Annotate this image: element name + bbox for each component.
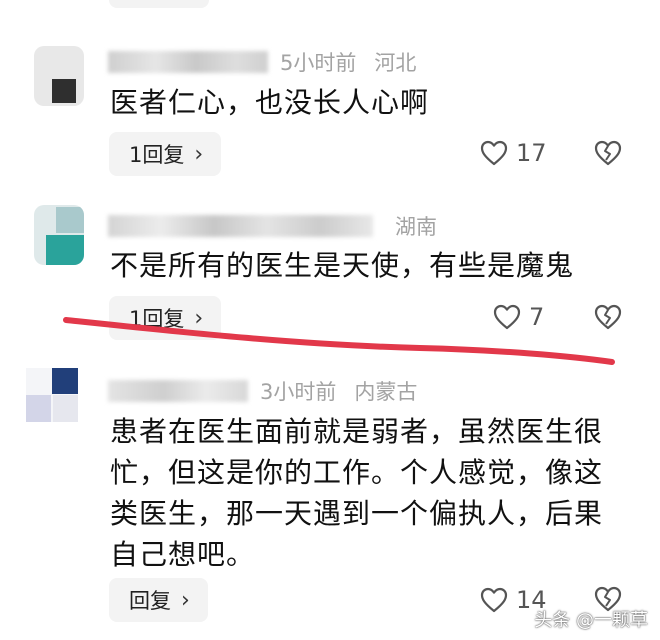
blurred-username[interactable] [108,380,248,402]
comment-location: 湖南 [395,215,437,239]
like-count: 7 [529,303,545,331]
comment-text-line: 类医生，那一天遇到一个偏执人，后果 [110,497,604,530]
avatar[interactable] [26,368,78,422]
reply-button[interactable]: 回复 › [109,578,208,622]
blurred-username[interactable] [108,51,268,73]
comment-location: 河北 [374,51,417,75]
like-button[interactable]: 7 [493,303,544,331]
avatar[interactable] [34,46,84,106]
reply-label: 回复 [129,589,171,613]
dislike-button[interactable] [594,304,622,334]
heart-outline-icon [480,587,508,613]
reply-button[interactable]: 1回复 › [109,132,222,176]
comment-time: 3小时前 [260,380,337,404]
reply-button[interactable]: 1回复 › [109,296,222,340]
comment-location: 内蒙古 [354,380,418,404]
comment-meta: 3小时前 内蒙古 [108,377,417,405]
reply-label: 1回复 [129,143,185,167]
comment-screen: { "comments": [ { "time": "5小时前", "locat… [0,0,660,640]
comment-text: 患者在医生面前就是弱者，虽然医生很 忙，但这是你的工作。个人感觉，像这 类医生，… [110,411,630,575]
comment-time: 5小时前 [280,51,357,75]
comment-text-line: 忙，但这是你的工作。个人感觉，像这 [110,456,604,489]
comment-meta: 5小时前 河北 [108,48,416,76]
chevron-right-icon: › [194,141,204,167]
blurred-username[interactable] [108,215,373,237]
comment-text: 不是所有的医生是天使，有些是魔鬼 [110,249,575,282]
heart-outline-icon [480,140,508,166]
avatar[interactable] [34,205,84,265]
chevron-right-icon: › [194,305,204,331]
dislike-button[interactable] [594,140,622,170]
broken-heart-icon [594,140,622,166]
like-count: 17 [516,139,547,167]
heart-outline-icon [493,304,521,330]
previous-reply-button-cutoff[interactable] [109,0,209,8]
reply-label: 1回复 [129,307,185,331]
broken-heart-icon [594,304,622,330]
chevron-right-icon: › [181,587,190,613]
comment-text: 医者仁心，也没长人心啊 [110,86,430,119]
like-button[interactable]: 17 [480,139,547,167]
comment-text-line: 自己想吧。 [110,538,256,571]
watermark: 头条 @一颗草 [534,610,648,631]
comment-text-line: 患者在医生面前就是弱者，虽然医生很 [110,415,604,448]
comment-meta: 湖南 [108,212,437,240]
